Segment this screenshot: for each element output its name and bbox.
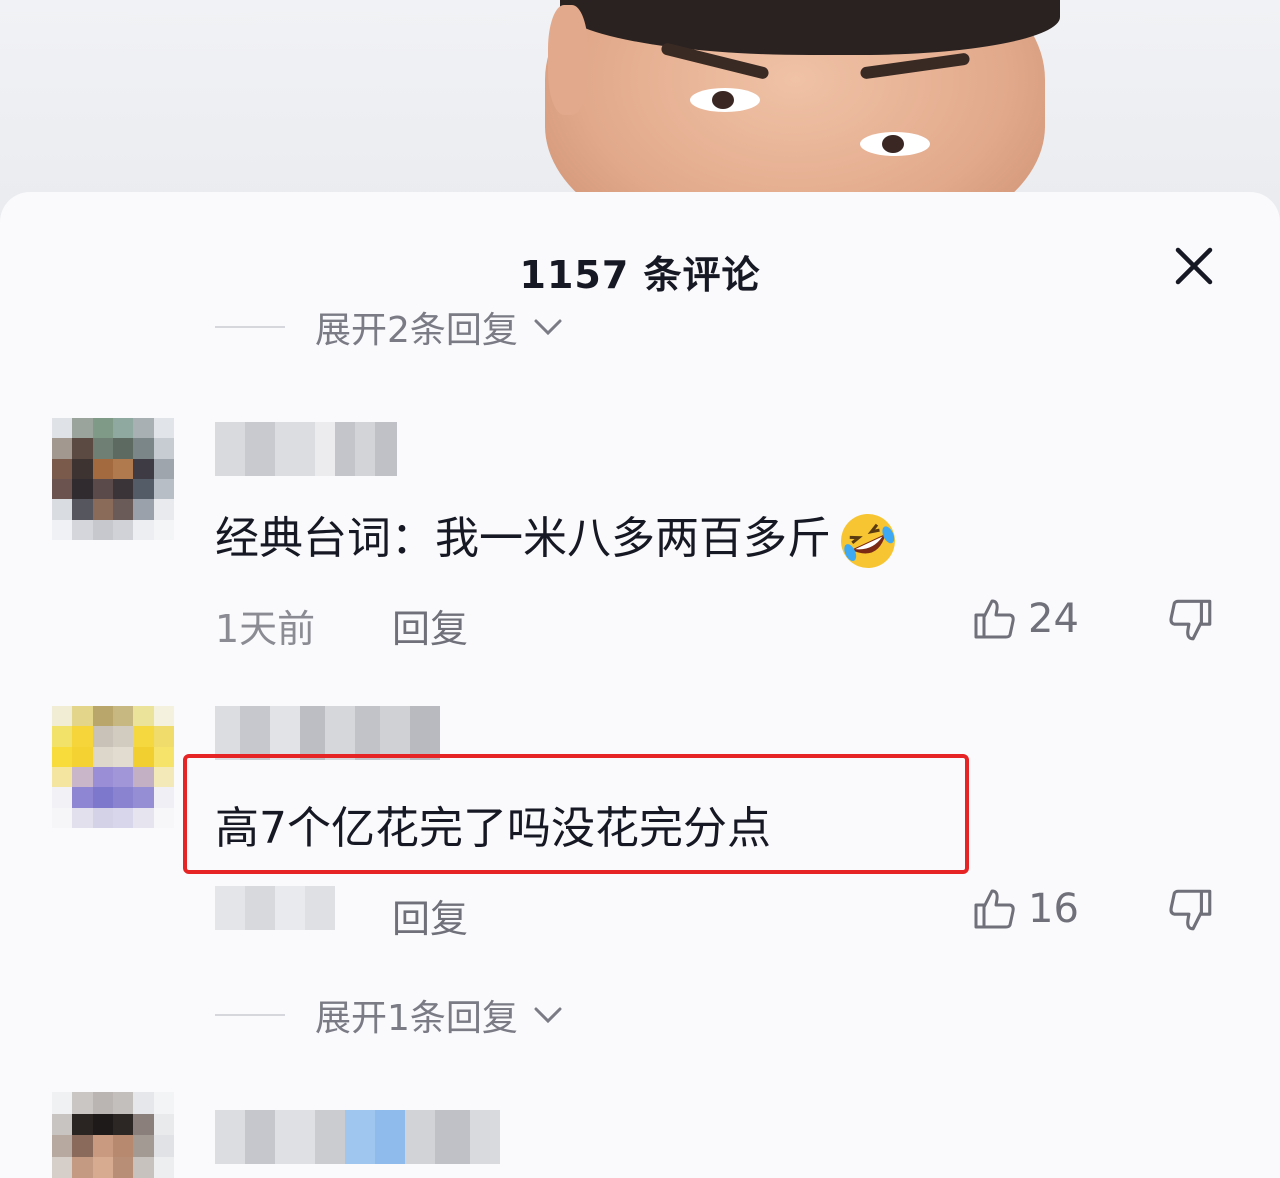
close-icon[interactable] — [1170, 242, 1218, 290]
username-blurred[interactable] — [215, 422, 397, 476]
thumbs-down-icon[interactable] — [1166, 885, 1216, 935]
right-eye — [860, 132, 930, 156]
avatar[interactable] — [52, 1092, 174, 1178]
expand-replies-button[interactable]: 展开1条回复 — [215, 990, 566, 1040]
left-eye — [690, 88, 760, 112]
comment-timestamp: 1天前 — [215, 607, 316, 651]
reply-button[interactable]: 回复 — [392, 598, 468, 653]
expand-replies-label: 展开2条回复 — [315, 310, 518, 351]
divider-line — [215, 1014, 285, 1016]
thumbs-down-icon[interactable] — [1166, 595, 1216, 645]
like-button[interactable]: 16 — [970, 885, 1079, 933]
timestamp-blurred — [215, 886, 335, 930]
avatar[interactable] — [52, 706, 174, 828]
like-count: 24 — [1028, 596, 1079, 642]
expand-replies-button[interactable]: 展开2条回复 — [215, 302, 566, 352]
like-button[interactable]: 24 — [970, 595, 1079, 643]
comment-text: 经典台词：我一米八多两百多斤 — [215, 502, 901, 574]
avatar[interactable] — [52, 418, 174, 540]
chevron-down-icon — [534, 1007, 562, 1024]
username-blurred[interactable] — [215, 1110, 500, 1164]
username-blurred[interactable] — [215, 706, 440, 760]
comment-count-title: 1157 条评论 — [519, 253, 761, 297]
highlight-box — [183, 754, 969, 874]
chevron-down-icon — [534, 319, 562, 336]
expand-replies-label: 展开1条回复 — [315, 998, 518, 1039]
like-count: 16 — [1028, 886, 1079, 932]
person-ear — [548, 5, 588, 115]
thumbs-up-icon — [974, 599, 1015, 639]
thumbs-up-icon — [974, 889, 1015, 929]
divider-line — [215, 326, 285, 328]
reply-button[interactable]: 回复 — [392, 888, 468, 943]
comment-sheet: 1157 条评论 — [0, 192, 1280, 1178]
rolling-on-floor-laughing-emoji — [841, 514, 895, 568]
